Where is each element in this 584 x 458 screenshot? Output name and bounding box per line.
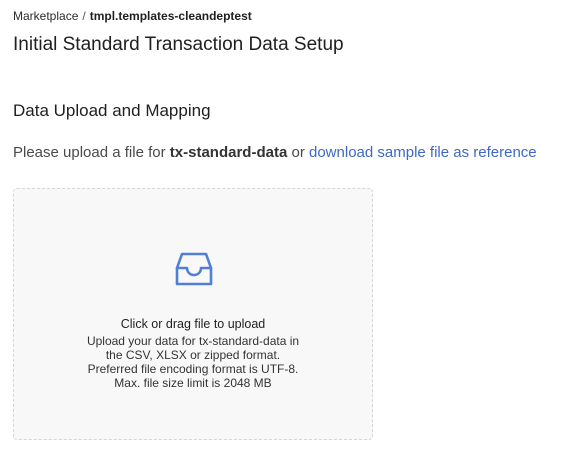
upload-prompt: Please upload a file for tx-standard-dat… [13, 144, 537, 161]
dataset-name: tx-standard-data [169, 144, 288, 161]
breadcrumb-item-current: tmpl.templates-cleandeptest [89, 9, 252, 23]
upload-prompt-middle: or [291, 144, 305, 161]
upload-hint-line: Max. file size limit is 2048 MB [114, 376, 272, 390]
upload-prompt-prefix: Please upload a file for [13, 144, 166, 161]
upload-hint-line: the CSV, XLSX or zipped format. [105, 348, 281, 362]
inbox-icon [175, 252, 213, 286]
section-title: Data Upload and Mapping [13, 101, 211, 120]
upload-hint: Upload your data for tx-standard-data in… [14, 334, 372, 390]
breadcrumb-item-marketplace[interactable]: Marketplace [13, 9, 78, 23]
page: Marketplace / tmpl.templates-cleandeptest … [0, 0, 584, 458]
upload-hint-line: Preferred file encoding format is UTF-8. [87, 362, 299, 376]
breadcrumb: Marketplace / tmpl.templates-cleandeptest [13, 9, 252, 23]
breadcrumb-separator: / [82, 9, 86, 23]
file-upload-dropzone[interactable]: Click or drag file to upload Upload your… [13, 188, 373, 440]
upload-title: Click or drag file to upload [120, 317, 266, 331]
upload-hint-line: Upload your data for tx-standard-data in [86, 334, 300, 348]
download-sample-link[interactable]: download sample file as reference [309, 144, 537, 161]
page-title: Initial Standard Transaction Data Setup [13, 34, 344, 55]
